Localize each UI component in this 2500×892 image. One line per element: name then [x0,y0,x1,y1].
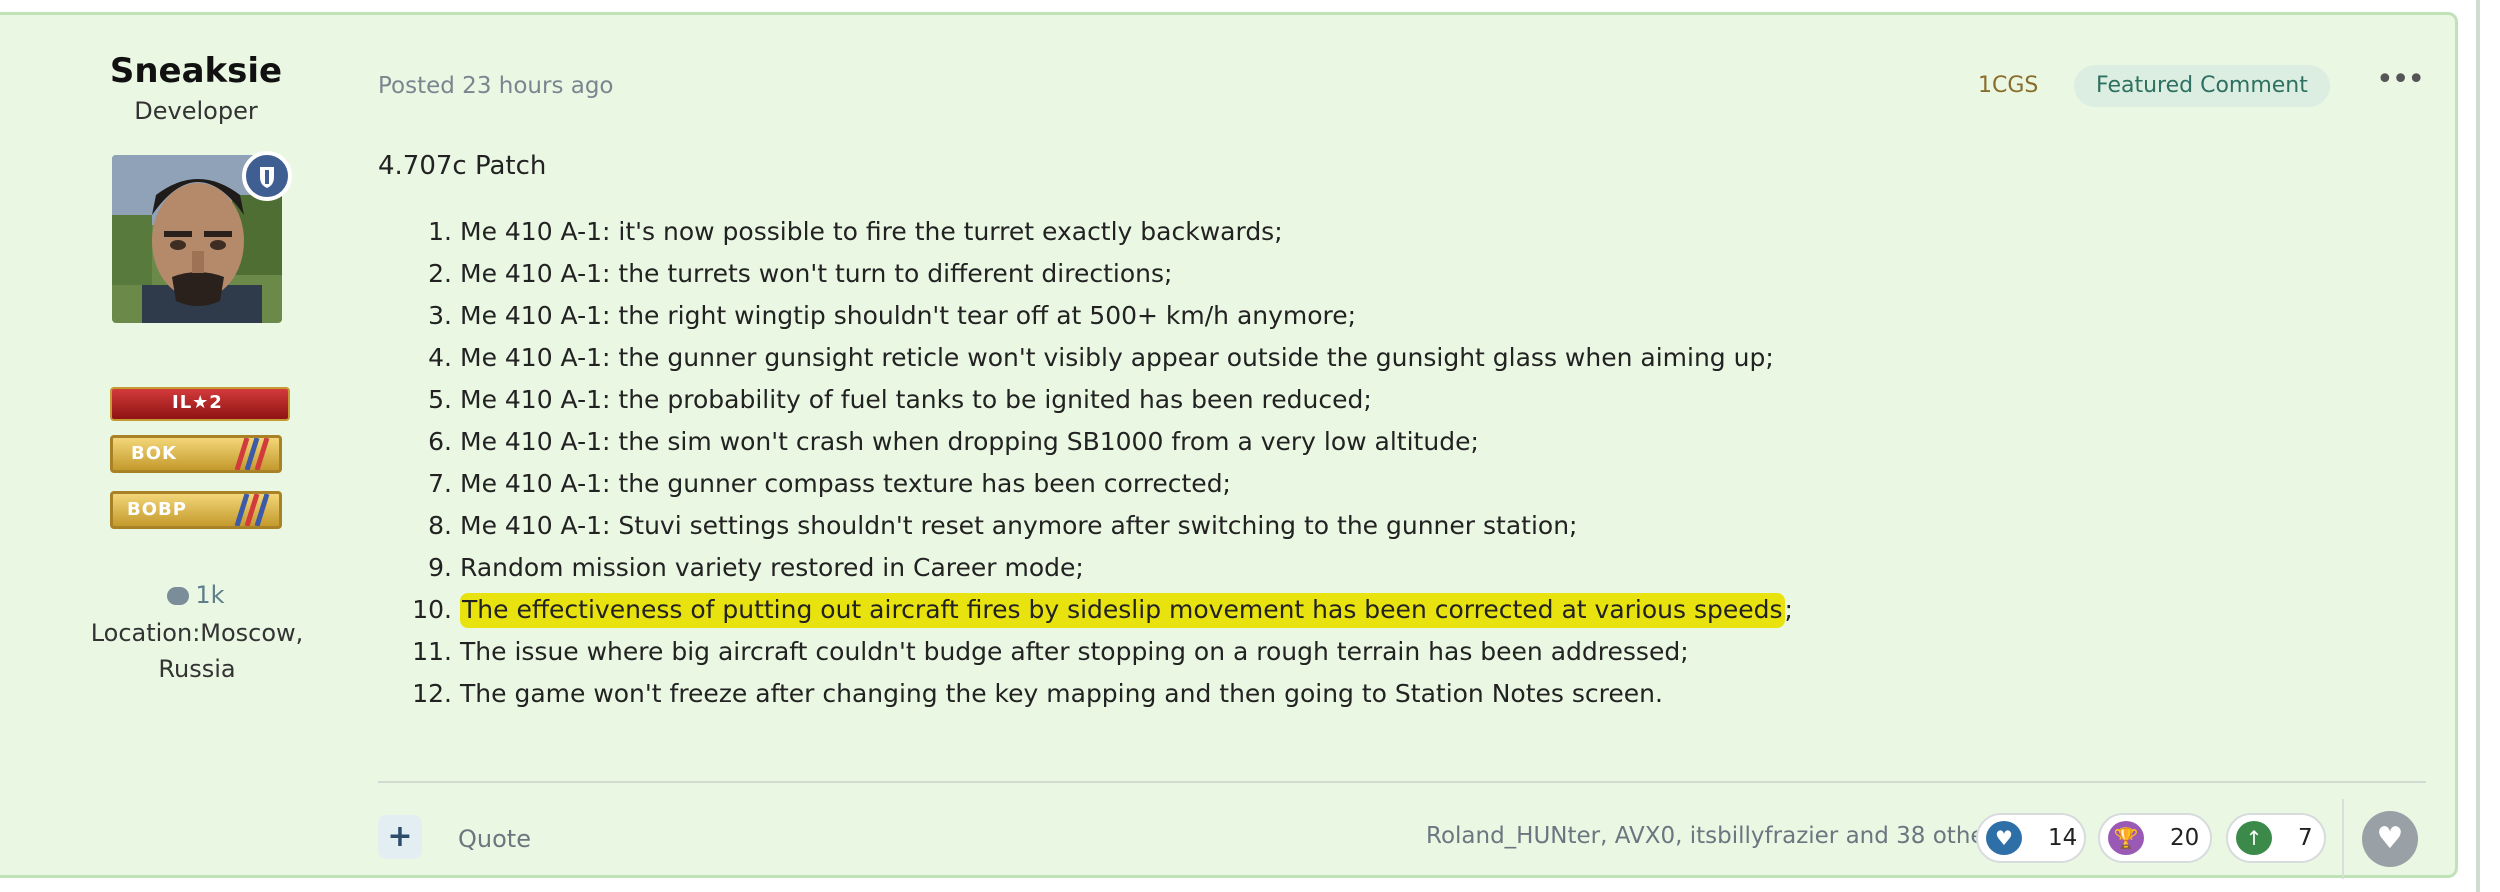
list-item-text: Me 410 A-1: the gunner gunsight reticle … [460,343,1774,372]
list-item-number: 5. [428,385,452,414]
list-item-number: 3. [428,301,452,330]
reaction-heart[interactable]: ♥ 14 [1976,813,2086,863]
list-item: 8. Me 410 A-1: Stuvi settings shouldn't r… [378,505,2278,547]
changelog-list: 1. Me 410 A-1: it's now possible to fire … [378,211,2278,715]
medal-bok: BOK [110,435,282,473]
author-role: Developer [134,97,258,125]
react-heart-icon[interactable]: ♥ [2362,811,2418,867]
multiquote-plus-button[interactable]: + [378,815,422,859]
author-location: Location:Moscow, Russia [90,619,304,683]
reaction-count: 14 [2048,825,2078,851]
list-item-number: 4. [428,343,452,372]
featured-comment-post: Sneaksie Developer IL★2 BOK BOBP 1k Loca… [0,12,2458,879]
reaction-users-link[interactable]: Roland_HUNter, AVX0, itsbillyfrazier and… [1426,823,2006,849]
list-item-text: The issue where big aircraft couldn't bu… [460,637,1689,666]
comment-count: 1k [195,581,225,609]
list-item: 1. Me 410 A-1: it's now possible to fire … [378,211,2278,253]
list-item-number: 10. [412,595,452,624]
list-item: 11. The issue where big aircraft couldn't… [378,631,2278,673]
list-item-text: Me 410 A-1: the gunner compass texture h… [460,469,1231,498]
featured-comment-badge: Featured Comment [2074,65,2330,107]
list-item-text: Random mission variety restored in Caree… [460,553,1084,582]
list-item-number: 2. [428,259,452,288]
list-item-text: Me 410 A-1: the probability of fuel tank… [460,385,1372,414]
reaction-count: 20 [2170,825,2200,851]
reaction-count: 7 [2298,825,2313,851]
list-item-text: Me 410 A-1: it's now possible to fire th… [460,217,1283,246]
medal-bok-stripes [234,438,270,470]
list-item: 3. Me 410 A-1: the right wingtip shouldn'… [378,295,2278,337]
comment-bubble-icon [167,587,190,605]
list-item-text: Me 410 A-1: the right wingtip shouldn't … [460,301,1357,330]
medal-il2: IL★2 [110,387,290,421]
list-item-text: Me 410 A-1: the sim won't crash when dro… [460,427,1479,456]
list-item: 6. Me 410 A-1: the sim won't crash when d… [378,421,2278,463]
page-edge-rule [2476,0,2480,892]
footer-divider [378,781,2426,783]
moderator-shield-icon [242,151,292,201]
reaction-upvote[interactable]: ↑ 7 [2226,813,2326,863]
more-options-icon[interactable]: ••• [2376,65,2425,95]
reaction-trophy[interactable]: 🏆 20 [2098,813,2212,863]
medal-bok-label: BOK [131,443,177,464]
list-item: 7. Me 410 A-1: the gunner compass texture… [378,463,2278,505]
comment-count-stat: 1k [0,581,392,609]
medal-bobp-label: BOBP [127,499,187,520]
author-name[interactable]: Sneaksie [0,51,392,91]
list-item-number: 11. [412,637,452,666]
list-item-number: 7. [428,469,452,498]
team-tag: 1CGS [1978,73,2039,98]
list-item-highlighted: 10. The effectiveness of putting out airc… [378,589,2278,631]
list-item: 12. The game won't freeze after changing … [378,673,2278,715]
list-item-text: Me 410 A-1: Stuvi settings shouldn't res… [460,511,1578,540]
patch-title: 4.707c Patch [378,151,547,181]
trophy-icon: 🏆 [2108,821,2144,855]
reaction-separator [2342,799,2344,879]
list-item-number: 9. [428,553,452,582]
highlighted-text: The effectiveness of putting out aircraf… [460,593,1785,628]
medal-bobp-stripes [234,494,270,526]
list-item-number: 12. [412,679,452,708]
medal-bobp: BOBP [110,491,282,529]
posted-time[interactable]: Posted 23 hours ago [378,73,614,99]
list-item: 2. Me 410 A-1: the turrets won't turn to … [378,253,2278,295]
list-item: 5. Me 410 A-1: the probability of fuel ta… [378,379,2278,421]
list-item-text-suffix: ; [1784,595,1793,624]
list-item-number: 8. [428,511,452,540]
quote-button[interactable]: Quote [458,825,531,853]
list-item-number: 1. [428,217,452,246]
list-item: 9. Random mission variety restored in Car… [378,547,2278,589]
list-item-text: The game won't freeze after changing the… [460,679,1663,708]
heart-icon: ♥ [1986,821,2022,855]
arrow-up-icon: ↑ [2236,821,2272,855]
list-item-text: Me 410 A-1: the turrets won't turn to di… [460,259,1173,288]
list-item: 4. Me 410 A-1: the gunner gunsight reticl… [378,337,2278,379]
medal-il2-label: IL★2 [172,392,223,413]
list-item-number: 6. [428,427,452,456]
